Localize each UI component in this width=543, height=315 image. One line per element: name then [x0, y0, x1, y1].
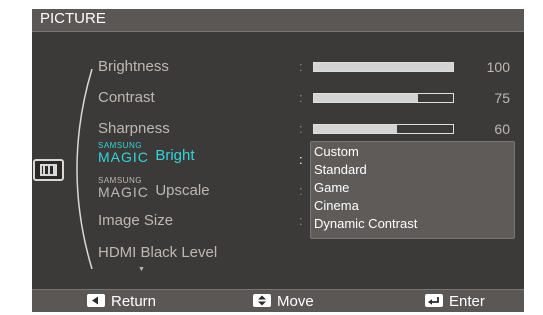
brightness-slider[interactable]	[313, 62, 454, 72]
sharpness-slider[interactable]	[313, 124, 454, 134]
picture-mode-icon	[33, 159, 64, 181]
separator: :	[299, 121, 303, 136]
brightness-value: 100	[486, 59, 510, 75]
menu-item-contrast[interactable]: Contrast	[98, 89, 155, 106]
separator: :	[299, 90, 303, 105]
enter-label: Enter	[449, 293, 485, 310]
magic-logo: SAMSUNG MAGIC	[98, 141, 149, 165]
contrast-value: 75	[494, 90, 510, 106]
separator: :	[299, 183, 303, 198]
magic-bright-label: Bright	[155, 147, 195, 164]
page-title: PICTURE	[40, 10, 106, 27]
separator: :	[299, 152, 303, 167]
dropdown-option-dynamic-contrast[interactable]: Dynamic Contrast	[311, 215, 514, 233]
enter-button[interactable]: Enter	[425, 293, 485, 310]
return-button[interactable]: Return	[87, 293, 156, 310]
move-button[interactable]: Move	[253, 293, 314, 310]
sharpness-slider-fill	[314, 125, 398, 133]
return-label: Return	[111, 293, 157, 310]
dropdown-option-game[interactable]: Game	[311, 179, 514, 197]
menu-item-brightness[interactable]: Brightness	[98, 58, 169, 75]
menu-item-image-size[interactable]: Image Size	[98, 212, 173, 229]
dropdown-option-custom[interactable]: Custom	[311, 143, 514, 161]
contrast-slider[interactable]	[313, 93, 454, 103]
magic-logo: SAMSUNG MAGIC	[98, 176, 149, 200]
enter-key-icon	[425, 294, 443, 307]
footer-bar: Return Move Enter	[32, 289, 524, 312]
sharpness-value: 60	[494, 121, 510, 137]
brightness-slider-fill	[314, 63, 453, 71]
magic-bright-dropdown[interactable]: Custom Standard Game Cinema Dynamic Cont…	[310, 141, 515, 239]
updown-key-icon	[253, 294, 271, 307]
title-bar: PICTURE	[32, 9, 524, 32]
menu-item-magic-upscale[interactable]: SAMSUNG MAGIC Upscale	[98, 176, 210, 200]
menu-item-hdmi-black-level[interactable]: HDMI Black Level	[98, 244, 217, 261]
separator: :	[299, 59, 303, 74]
menu-arc-decoration	[76, 69, 93, 269]
menu-item-magic-bright[interactable]: SAMSUNG MAGIC Bright	[98, 141, 195, 165]
scroll-down-icon[interactable]: ▼	[138, 266, 145, 273]
menu-item-sharpness[interactable]: Sharpness	[98, 120, 170, 137]
magic-upscale-label: Upscale	[155, 182, 210, 199]
separator: :	[299, 213, 303, 228]
return-key-icon	[87, 294, 105, 307]
dropdown-option-standard[interactable]: Standard	[311, 161, 514, 179]
dropdown-option-cinema[interactable]: Cinema	[311, 197, 514, 215]
osd-panel: PICTURE Brightness : 100 Contrast : 75 S…	[32, 9, 524, 312]
contrast-slider-fill	[314, 94, 419, 102]
move-label: Move	[277, 293, 314, 310]
